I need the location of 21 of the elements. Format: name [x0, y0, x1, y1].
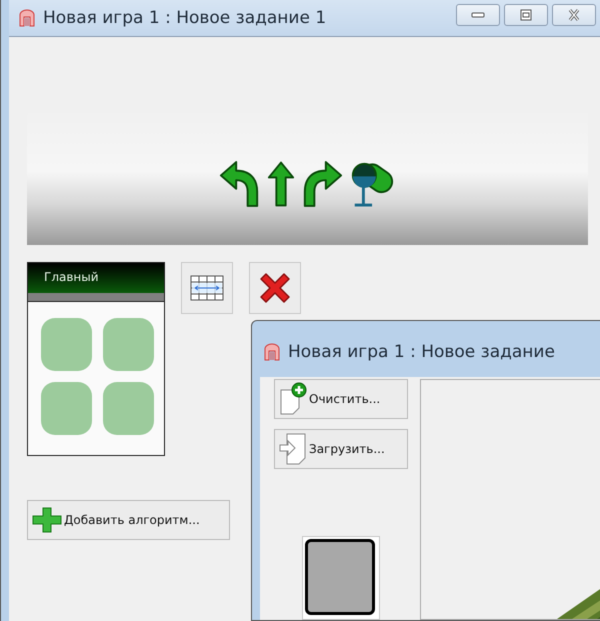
table-button[interactable]	[181, 262, 233, 314]
turn-left-arrow-icon[interactable]	[218, 159, 260, 209]
load-button[interactable]: Загрузить...	[274, 429, 408, 469]
clear-button[interactable]: Очистить...	[274, 379, 408, 419]
minimize-button[interactable]	[456, 4, 500, 26]
up-arrow-icon[interactable]	[266, 159, 294, 209]
close-icon	[567, 9, 581, 21]
plus-icon	[32, 507, 62, 533]
delete-button[interactable]	[249, 262, 301, 314]
algorithm-title[interactable]: Главный	[28, 263, 164, 293]
maximize-button[interactable]	[504, 4, 548, 26]
window-title: Новая игра 1 : Новое задание 1	[43, 8, 326, 28]
gate-icon	[264, 343, 280, 361]
table-icon	[190, 275, 224, 301]
maximize-icon	[519, 9, 533, 21]
gate-icon	[19, 9, 35, 27]
window-title: Новая игра 1 : Новое задание	[288, 342, 555, 362]
close-button[interactable]	[552, 4, 596, 26]
add-algorithm-button[interactable]: Добавить алгоритм...	[27, 500, 230, 540]
minimize-icon	[471, 11, 485, 19]
new-page-icon	[279, 382, 309, 416]
